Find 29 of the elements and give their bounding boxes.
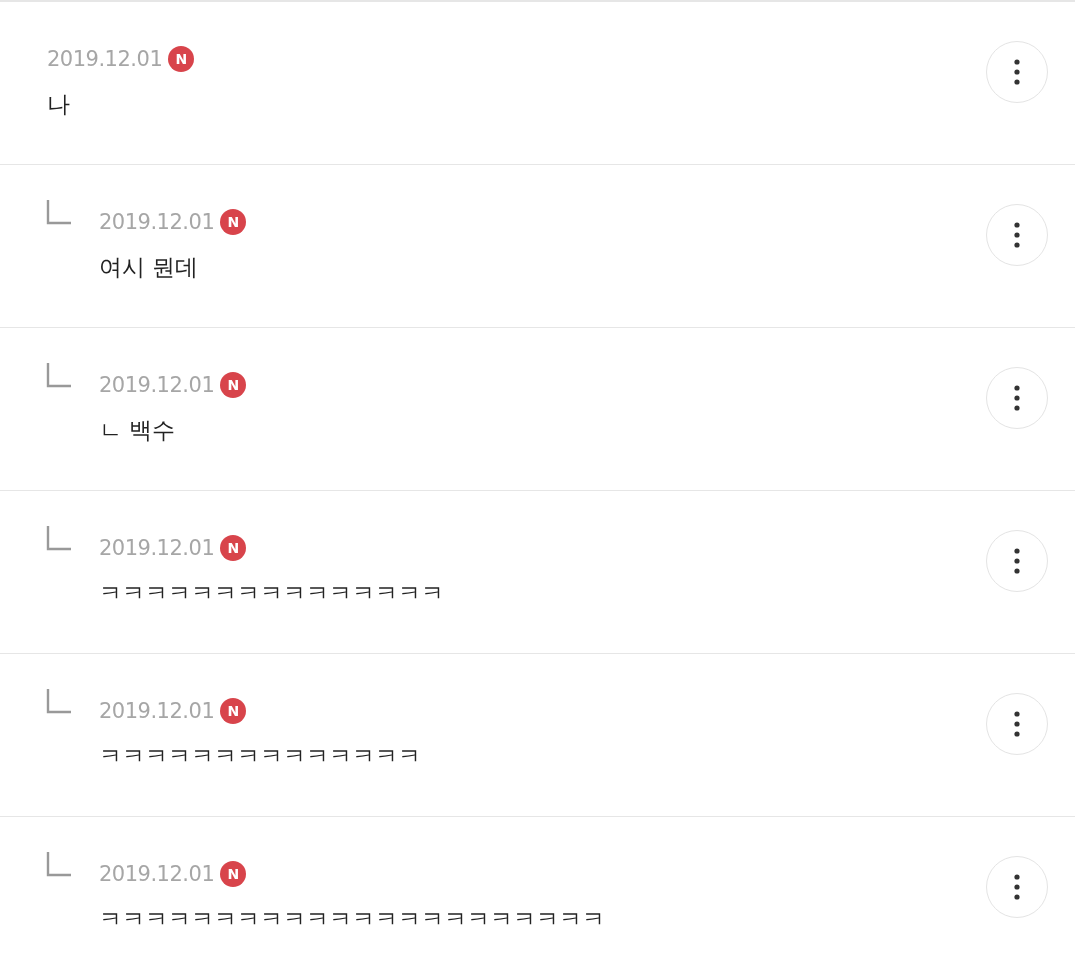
more-vertical-icon — [1014, 385, 1020, 411]
more-vertical-icon — [1014, 222, 1020, 248]
reply-corner-icon — [46, 199, 72, 225]
new-badge: N — [168, 46, 195, 72]
more-vertical-icon — [1014, 874, 1020, 900]
comment-date: 2019.12.01 — [99, 210, 215, 234]
comment-text: ㅋㅋㅋㅋㅋㅋㅋㅋㅋㅋㅋㅋㅋㅋ — [99, 742, 422, 771]
comment-text: ㅋㅋㅋㅋㅋㅋㅋㅋㅋㅋㅋㅋㅋㅋㅋ — [99, 579, 445, 608]
comment-date: 2019.12.01 — [99, 373, 215, 397]
more-vertical-icon — [1014, 548, 1020, 574]
comment-date: 2019.12.01 — [99, 536, 215, 560]
comment-date: 2019.12.01 — [47, 47, 163, 71]
new-badge: N — [220, 698, 247, 724]
comment-date: 2019.12.01 — [99, 862, 215, 886]
comment-text: ㅋㅋㅋㅋㅋㅋㅋㅋㅋㅋㅋㅋㅋㅋㅋㅋㅋㅋㅋㅋㅋㅋ — [99, 905, 606, 934]
comment-date: 2019.12.01 — [99, 699, 215, 723]
more-vertical-icon — [1014, 59, 1020, 85]
comment-text: 여시 뭔데 — [99, 253, 200, 282]
reply-corner-icon — [46, 688, 72, 714]
comment-text: ㄴ 백수 — [99, 416, 177, 445]
reply-corner-icon — [46, 525, 72, 551]
comment-text: 나 — [47, 90, 71, 119]
new-badge: N — [220, 535, 247, 561]
new-badge: N — [220, 372, 247, 398]
reply-corner-icon — [46, 362, 72, 388]
new-badge: N — [220, 861, 247, 887]
more-vertical-icon — [1014, 711, 1020, 737]
new-badge: N — [220, 209, 247, 235]
reply-corner-icon — [46, 851, 72, 877]
